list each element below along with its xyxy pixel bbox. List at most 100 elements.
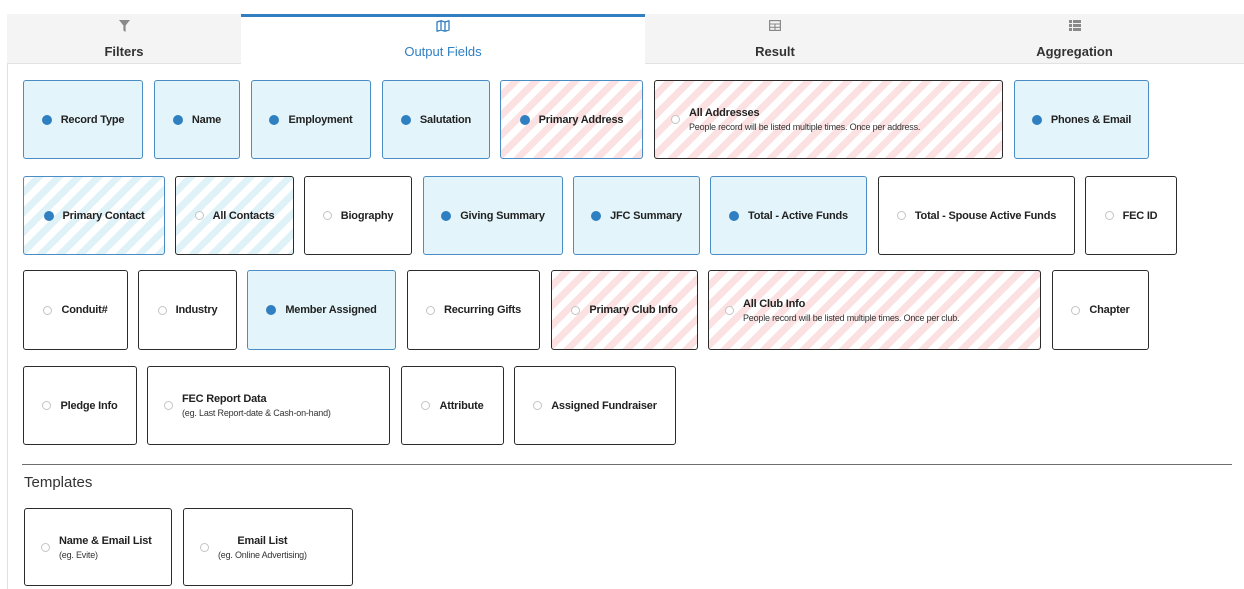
section-divider xyxy=(22,464,1232,465)
field-fec-report-data[interactable]: FEC Report Data (eg. Last Report-date & … xyxy=(147,366,390,445)
radio-indicator xyxy=(41,114,52,125)
radio-indicator xyxy=(172,114,183,125)
field-primary-contact[interactable]: Primary Contact xyxy=(23,176,165,255)
field-label: Total - Spouse Active Funds xyxy=(914,209,1057,222)
tab-output-fields[interactable]: Output Fields xyxy=(241,14,645,64)
map-icon xyxy=(241,20,645,32)
field-label: All Addresses xyxy=(689,107,760,119)
field-employment[interactable]: Employment xyxy=(251,80,371,159)
radio-indicator xyxy=(729,210,740,221)
field-label: FEC ID xyxy=(1122,209,1158,222)
field-label: Giving Summary xyxy=(460,209,545,222)
radio-indicator xyxy=(164,401,173,410)
tab-aggregation[interactable]: Aggregation xyxy=(905,14,1244,64)
radio-indicator xyxy=(400,114,411,125)
radio-indicator xyxy=(425,305,435,315)
field-label: JFC Summary xyxy=(610,209,682,222)
radio-indicator xyxy=(1104,211,1114,220)
field-label: All Club Info xyxy=(743,297,806,310)
radio-indicator xyxy=(200,542,209,552)
radio-indicator xyxy=(322,211,332,220)
panel-left-border xyxy=(7,14,8,589)
field-label: All Contacts xyxy=(212,209,275,222)
field-total-spouse-active-funds[interactable]: Total - Spouse Active Funds xyxy=(878,176,1075,255)
field-label: FEC Report Data xyxy=(182,393,267,405)
field-note: (eg. Last Report-date & Cash-on-hand) xyxy=(182,408,331,418)
radio-indicator xyxy=(725,305,734,315)
radio-indicator xyxy=(1071,305,1081,315)
radio-indicator xyxy=(266,305,277,315)
field-recurring-gifts[interactable]: Recurring Gifts xyxy=(407,270,540,350)
tab-aggregation-label: Aggregation xyxy=(1036,44,1113,59)
template-email-list[interactable]: Email List (eg. Online Advertising) xyxy=(183,508,353,586)
field-conduit[interactable]: Conduit# xyxy=(23,270,128,350)
field-fec-id[interactable]: FEC ID xyxy=(1085,176,1177,255)
field-giving-summary[interactable]: Giving Summary xyxy=(423,176,563,255)
field-primary-address[interactable]: Primary Address xyxy=(500,80,643,159)
field-pledge-info[interactable]: Pledge Info xyxy=(23,366,137,445)
field-label: Primary Club Info xyxy=(589,304,678,316)
templates-heading: Templates xyxy=(24,474,93,491)
field-label: Primary Contact xyxy=(62,209,145,222)
radio-indicator xyxy=(896,211,906,220)
field-label: Assigned Fundraiser xyxy=(551,399,657,412)
field-label: Chapter xyxy=(1089,304,1130,316)
template-name-email-list[interactable]: Name & Email List (eg. Evite) xyxy=(24,508,172,586)
field-all-club-info[interactable]: All Club Info People record will be list… xyxy=(708,270,1041,350)
field-note: People record will be listed multiple ti… xyxy=(689,122,921,132)
radio-indicator xyxy=(571,305,581,315)
field-total-active-funds[interactable]: Total - Active Funds xyxy=(710,176,867,255)
field-label: Member Assigned xyxy=(285,304,377,316)
field-label: Total - Active Funds xyxy=(748,209,848,222)
radio-indicator xyxy=(41,542,50,552)
field-all-addresses[interactable]: All Addresses People record will be list… xyxy=(654,80,1003,159)
template-label: Email List xyxy=(237,534,288,547)
field-all-contacts[interactable]: All Contacts xyxy=(175,176,294,255)
field-label: Recurring Gifts xyxy=(443,304,522,316)
field-label: Employment xyxy=(288,113,353,126)
radio-indicator xyxy=(43,210,54,221)
field-primary-club-info[interactable]: Primary Club Info xyxy=(551,270,698,350)
field-label: Pledge Info xyxy=(60,399,118,412)
radio-indicator xyxy=(591,210,602,221)
radio-indicator xyxy=(269,114,280,125)
field-label: Salutation xyxy=(419,113,472,126)
field-salutation[interactable]: Salutation xyxy=(382,80,490,159)
tab-filters[interactable]: Filters xyxy=(7,14,241,64)
template-note: (eg. Online Advertising) xyxy=(218,549,307,560)
field-chapter[interactable]: Chapter xyxy=(1052,270,1149,350)
field-label: Conduit# xyxy=(61,304,108,316)
field-label: Primary Address xyxy=(538,113,624,126)
tab-filters-label: Filters xyxy=(104,44,144,59)
field-note: People record will be listed multiple ti… xyxy=(743,312,960,323)
field-jfc-summary[interactable]: JFC Summary xyxy=(573,176,700,255)
template-label: Name & Email List xyxy=(59,534,152,547)
field-record-type[interactable]: Record Type xyxy=(23,80,143,159)
field-member-assigned[interactable]: Member Assigned xyxy=(247,270,396,350)
field-assigned-fundraiser[interactable]: Assigned Fundraiser xyxy=(514,366,676,445)
template-note: (eg. Evite) xyxy=(59,549,98,560)
field-label: Record Type xyxy=(60,113,125,126)
field-attribute[interactable]: Attribute xyxy=(401,366,504,445)
field-industry[interactable]: Industry xyxy=(138,270,237,350)
radio-indicator xyxy=(519,114,530,125)
field-label: Name xyxy=(191,113,222,126)
field-biography[interactable]: Biography xyxy=(304,176,412,255)
field-label: Phones & Email xyxy=(1050,113,1132,126)
radio-indicator xyxy=(533,401,543,410)
radio-indicator xyxy=(42,401,52,410)
field-label: Attribute xyxy=(439,399,484,412)
field-name[interactable]: Name xyxy=(154,80,240,159)
tab-output-fields-label: Output Fields xyxy=(404,44,482,59)
field-label: Industry xyxy=(175,304,218,316)
field-phones-email[interactable]: Phones & Email xyxy=(1014,80,1149,159)
tab-result[interactable]: Result xyxy=(645,14,905,64)
list-icon xyxy=(905,20,1244,31)
tab-bar: Filters Output Fields Result Aggregation xyxy=(7,14,1244,66)
radio-indicator xyxy=(1031,114,1042,125)
radio-indicator xyxy=(671,115,680,124)
filter-icon xyxy=(7,20,241,32)
radio-indicator xyxy=(157,305,167,315)
tab-result-label: Result xyxy=(755,44,795,59)
radio-indicator xyxy=(441,210,452,221)
